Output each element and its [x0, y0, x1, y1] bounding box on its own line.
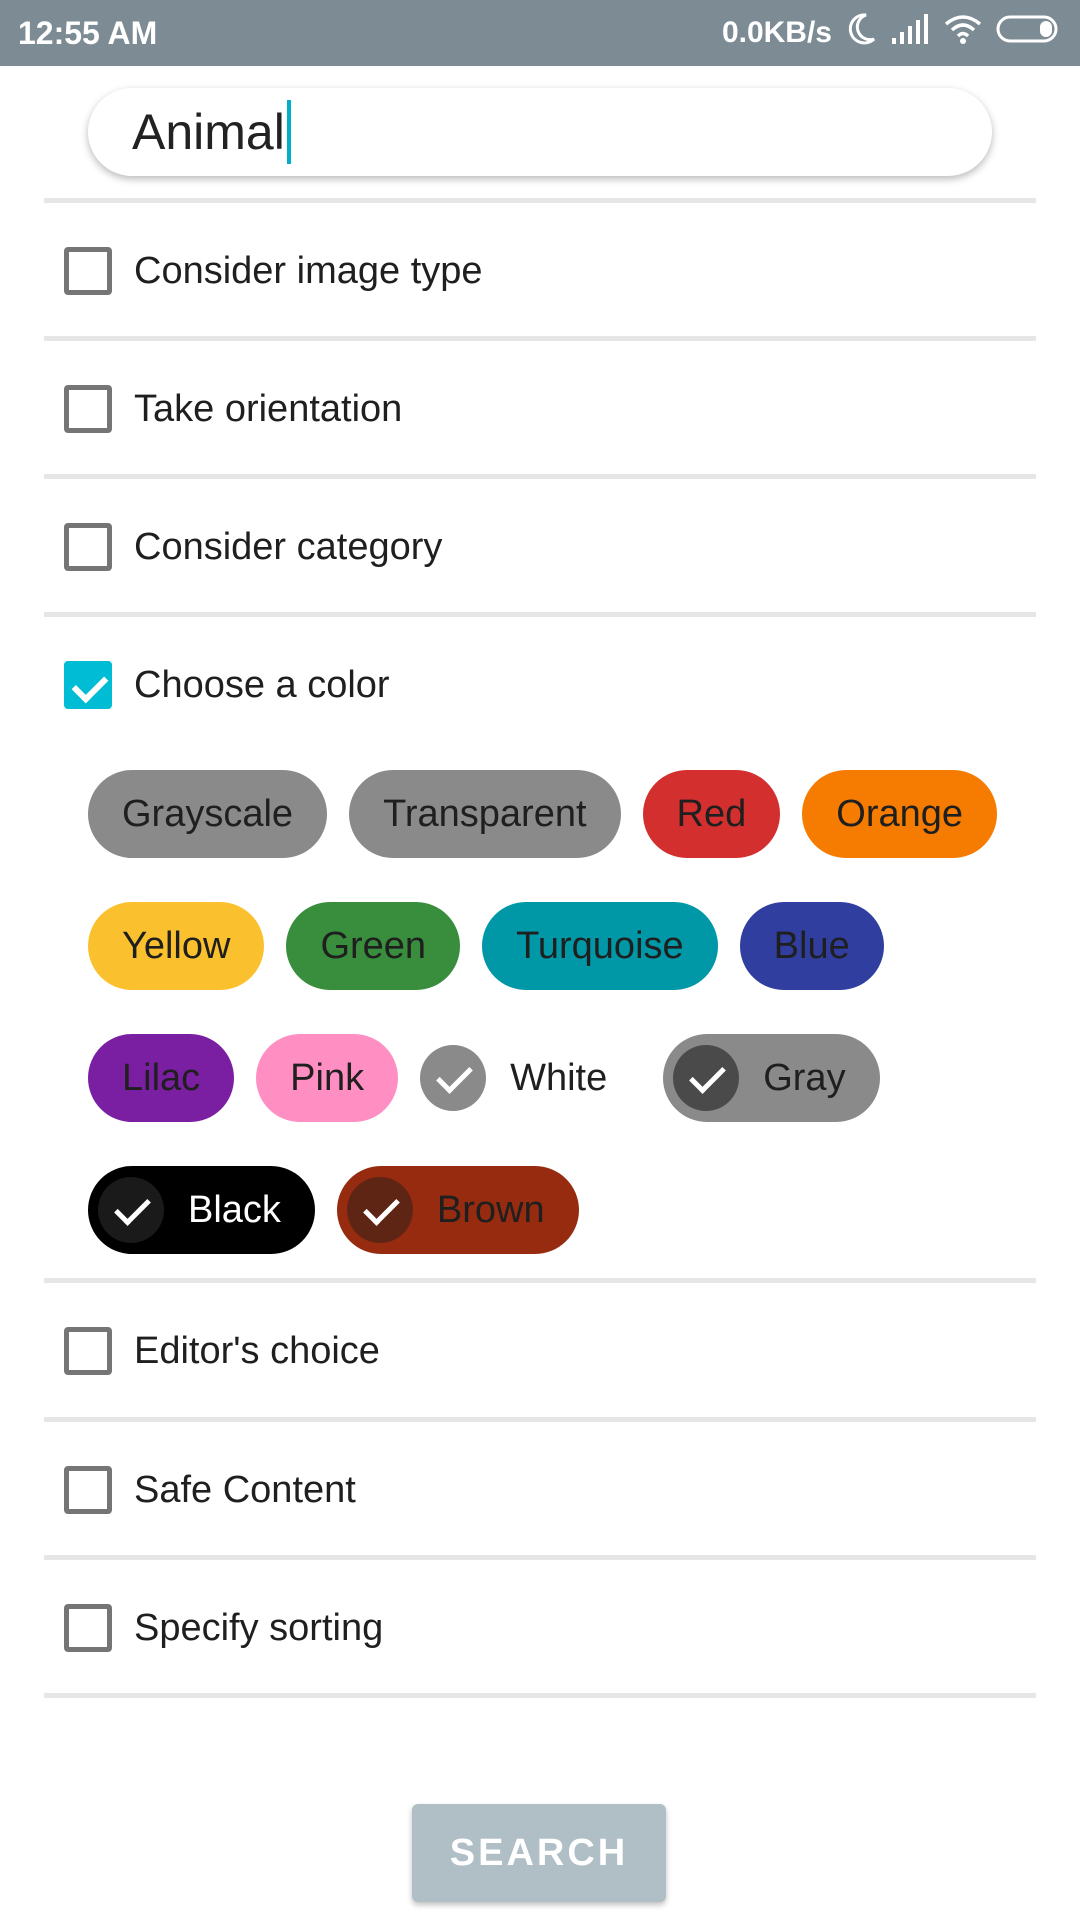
chip-grayscale[interactable]: Grayscale	[88, 770, 328, 858]
chip-label: Pink	[290, 1056, 365, 1099]
chip-label: Gray	[763, 1056, 846, 1099]
chip-yellow[interactable]: Yellow	[88, 902, 265, 990]
chip-label: Orange	[836, 792, 964, 835]
checkbox-icon[interactable]	[64, 247, 112, 295]
checkbox-icon[interactable]	[64, 385, 112, 433]
option-consider-image-type[interactable]: Consider image type	[44, 203, 1036, 339]
chip-orange[interactable]: Orange	[802, 770, 998, 858]
status-icons: 0.0KB/s	[722, 13, 1062, 53]
chip-black[interactable]: Black	[88, 1166, 315, 1254]
option-choose-a-color[interactable]: Choose a color	[44, 617, 1036, 753]
chip-label: Black	[188, 1188, 281, 1231]
status-time: 12:55 AM	[18, 14, 158, 51]
checkmark-icon	[346, 1177, 413, 1243]
option-label: Safe Content	[134, 1468, 356, 1511]
search-input[interactable]: Animal	[88, 88, 992, 176]
text-cursor	[286, 100, 291, 164]
option-editors-choice[interactable]: Editor's choice	[44, 1283, 1036, 1419]
checkbox-icon[interactable]	[64, 523, 112, 571]
chip-white[interactable]: White	[420, 1034, 641, 1122]
chip-label: Red	[676, 792, 747, 835]
chip-label: Green	[320, 924, 427, 967]
chip-blue[interactable]: Blue	[739, 902, 884, 990]
checkmark-icon	[673, 1045, 740, 1111]
option-label: Consider category	[134, 525, 443, 568]
search-input-value: Animal	[132, 104, 285, 160]
checkbox-checked-icon[interactable]	[64, 661, 112, 709]
network-speed: 0.0KB/s	[721, 16, 832, 49]
option-label: Consider image type	[134, 249, 483, 292]
chip-row: Yellow Green Turquoise Blue	[88, 902, 1028, 990]
option-label: Take orientation	[134, 387, 403, 430]
chip-lilac[interactable]: Lilac	[88, 1034, 235, 1122]
wifi-icon	[944, 14, 982, 52]
chip-turquoise[interactable]: Turquoise	[482, 902, 718, 990]
chip-label: Blue	[773, 924, 850, 967]
status-bar: 12:55 AM 0.0KB/s	[0, 0, 1080, 66]
chip-label: Grayscale	[122, 792, 294, 835]
option-consider-category[interactable]: Consider category	[44, 479, 1036, 615]
chip-transparent[interactable]: Transparent	[349, 770, 621, 858]
chip-label: Turquoise	[516, 924, 684, 967]
chip-row: Black Brown	[88, 1166, 1028, 1254]
option-label: Choose a color	[134, 663, 390, 706]
chip-label: Transparent	[383, 792, 587, 835]
chip-label: White	[510, 1056, 608, 1099]
option-specify-sorting[interactable]: Specify sorting	[44, 1560, 1036, 1696]
checkbox-icon[interactable]	[64, 1327, 112, 1375]
chip-gray[interactable]: Gray	[663, 1034, 880, 1122]
divider	[44, 1693, 1036, 1698]
checkbox-icon[interactable]	[64, 1604, 112, 1652]
chip-row: Lilac Pink White Gray	[88, 1034, 1028, 1122]
battery-icon	[996, 14, 1062, 52]
chip-red[interactable]: Red	[642, 770, 781, 858]
checkbox-icon[interactable]	[64, 1466, 112, 1514]
checkmark-icon	[420, 1045, 487, 1111]
chip-label: Yellow	[122, 924, 231, 967]
signal-icon	[890, 14, 930, 52]
chip-pink[interactable]: Pink	[256, 1034, 399, 1122]
checkmark-icon	[98, 1177, 164, 1243]
chip-label: Brown	[436, 1188, 545, 1231]
option-take-orientation[interactable]: Take orientation	[44, 341, 1036, 477]
option-safe-content[interactable]: Safe Content	[44, 1422, 1036, 1558]
chip-label: Lilac	[122, 1056, 201, 1099]
option-label: Editor's choice	[134, 1329, 380, 1372]
moon-icon	[846, 13, 876, 53]
color-chip-group: Grayscale Transparent Red Orange Yellow …	[88, 770, 1028, 1298]
search-button[interactable]: SEARCH	[412, 1804, 666, 1902]
chip-row: Grayscale Transparent Red Orange	[88, 770, 1028, 858]
chip-brown[interactable]: Brown	[336, 1166, 579, 1254]
chip-green[interactable]: Green	[286, 902, 461, 990]
search-button-label: SEARCH	[449, 1831, 629, 1874]
option-label: Specify sorting	[134, 1606, 384, 1649]
